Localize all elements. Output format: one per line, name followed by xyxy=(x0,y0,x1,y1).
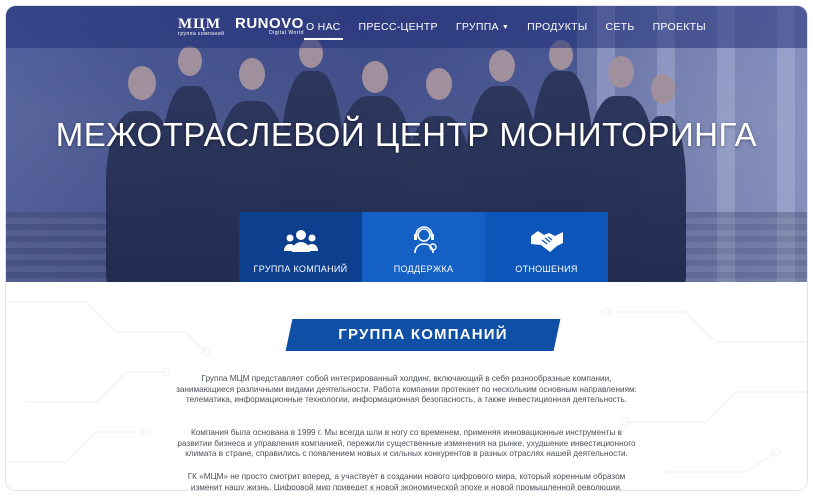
about-section: ГРУППА КОМПАНИЙ Группа МЦМ представляет … xyxy=(6,282,807,490)
support-icon xyxy=(413,226,437,254)
group-icon xyxy=(283,230,318,252)
mcm-logo-subtitle: группа компаний xyxy=(178,31,225,37)
page-frame: МЦМ группа компаний RUNOVO Digital World… xyxy=(6,6,807,490)
tile-group-companies[interactable]: ГРУППА КОМПАНИЙ xyxy=(239,212,362,282)
nav-item-press-center[interactable]: ПРЕСС-ЦЕНТР xyxy=(359,21,438,33)
mcm-logo-text: МЦМ xyxy=(178,16,221,32)
tile-relations[interactable]: ОТНОШЕНИЯ xyxy=(485,212,608,282)
tile-support-label: ПОДДЕРЖКА xyxy=(393,264,454,274)
hero-section: МЦМ группа компаний RUNOVO Digital World… xyxy=(6,6,807,282)
mcm-logo[interactable]: МЦМ группа компаний xyxy=(178,16,224,37)
caret-down-icon: ▼ xyxy=(501,23,510,31)
nav-item-group-label: ГРУППА xyxy=(455,21,499,33)
nav-item-group[interactable]: ГРУППА ▼ xyxy=(456,21,509,33)
top-navbar: МЦМ группа компаний RUNOVO Digital World… xyxy=(6,6,807,48)
about-paragraph-1: Группа МЦМ представляет собой интегриров… xyxy=(176,374,637,405)
tile-support[interactable]: ПОДДЕРЖКА xyxy=(362,212,485,282)
about-paragraph-3: ГК «МЦМ» не просто смотрит вперед, а уча… xyxy=(187,472,626,490)
about-paragraph-2: Компания была основана в 1999 г. Мы всег… xyxy=(177,428,636,459)
hero-tiles: ГРУППА КОМПАНИЙ ПОДДЕРЖКА ОТНОШЕНИЯ xyxy=(239,212,608,282)
tile-relations-label: ОТНОШЕНИЯ xyxy=(515,264,578,274)
nav-item-products[interactable]: ПРОДУКТЫ xyxy=(527,21,587,33)
nav-item-about[interactable]: О НАС xyxy=(304,21,343,40)
nav-item-network[interactable]: СЕТЬ xyxy=(605,21,634,33)
nav-item-projects[interactable]: ПРОЕКТЫ xyxy=(653,21,706,33)
tile-group-companies-label: ГРУППА КОМПАНИЙ xyxy=(253,264,348,274)
hero-title: МЕЖОТРАСЛЕВОЙ ЦЕНТР МОНИТОРИНГА xyxy=(55,116,758,153)
main-menu: О НАС ПРЕСС-ЦЕНТР ГРУППА ▼ ПРОДУКТЫ СЕТЬ… xyxy=(304,6,724,48)
section-title: ГРУППА КОМПАНИЙ xyxy=(338,326,508,343)
runovo-logo[interactable]: RUNOVO Digital World xyxy=(235,15,304,36)
handshake-icon xyxy=(530,231,563,252)
